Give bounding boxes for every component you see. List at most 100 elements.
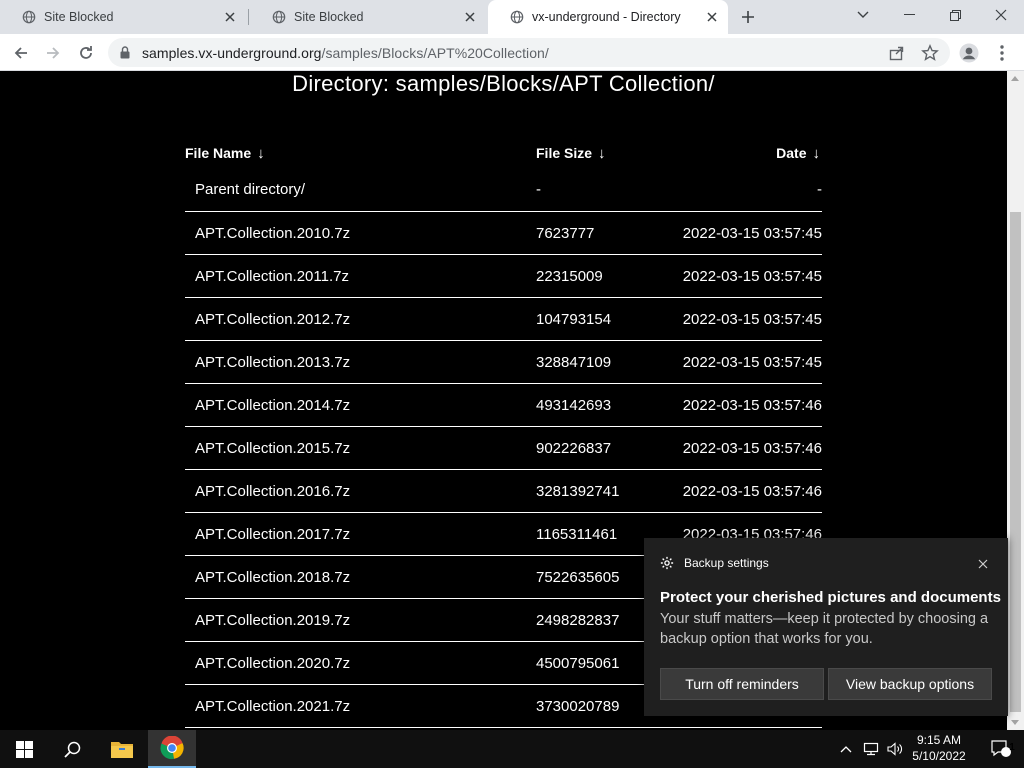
file-link[interactable]: APT.Collection.2010.7z	[195, 225, 350, 242]
reload-button[interactable]	[73, 40, 99, 66]
scroll-down-icon[interactable]	[1011, 720, 1019, 725]
column-label: Date	[776, 145, 807, 161]
speaker-icon	[887, 742, 902, 756]
file-size: 7623777	[536, 225, 595, 242]
network-button[interactable]	[860, 730, 882, 768]
profile-button[interactable]	[956, 40, 982, 66]
show-hidden-icons-button[interactable]	[836, 730, 856, 768]
tab-vx-underground-directory[interactable]: vx-underground - Directory	[488, 0, 728, 34]
file-size: -	[536, 181, 541, 198]
file-date: 2022-03-15 03:57:45	[682, 354, 822, 371]
view-backup-options-button[interactable]: View backup options	[828, 668, 992, 700]
windows-logo-icon	[15, 740, 33, 758]
tab-title: vx-underground - Directory	[532, 10, 681, 24]
page-scrollbar[interactable]	[1007, 71, 1024, 730]
file-date: 2022-03-15 03:57:46	[682, 483, 822, 500]
restore-button[interactable]	[932, 0, 978, 30]
column-header-file-size[interactable]: File Size ↓	[536, 145, 606, 162]
volume-button[interactable]	[884, 730, 906, 768]
close-window-button[interactable]	[978, 0, 1024, 30]
table-header: File Name ↓ File Size ↓ Date ↓	[185, 140, 822, 171]
scrollbar-thumb[interactable]	[1010, 212, 1021, 712]
notification-header: Backup settings	[660, 556, 769, 570]
new-tab-button[interactable]	[736, 6, 760, 28]
table-row: APT.Collection.2013.7z 328847109 2022-03…	[185, 341, 822, 384]
table-row-parent-directory: Parent directory/ - -	[185, 171, 822, 212]
clock-time: 9:15 AM	[916, 733, 962, 747]
table-row: APT.Collection.2014.7z 493142693 2022-03…	[185, 384, 822, 427]
folder-icon	[111, 742, 133, 758]
restore-icon	[949, 9, 961, 21]
file-link[interactable]: APT.Collection.2018.7z	[195, 569, 350, 586]
file-size: 1165311461	[536, 526, 618, 543]
file-link[interactable]: APT.Collection.2019.7z	[195, 612, 350, 629]
search-button[interactable]	[48, 730, 96, 768]
tab-site-blocked-2[interactable]: Site Blocked	[250, 0, 486, 34]
file-link[interactable]: APT.Collection.2021.7z	[195, 698, 350, 715]
backup-notification: Backup settings Protect your cherished p…	[644, 538, 1008, 716]
notification-title: Protect your cherished pictures and docu…	[660, 589, 1001, 606]
column-header-file-name[interactable]: File Name ↓	[185, 145, 265, 162]
file-date: -	[817, 181, 822, 198]
scroll-up-icon[interactable]	[1011, 76, 1019, 81]
arrow-left-icon	[14, 47, 27, 59]
tab-title: Site Blocked	[294, 10, 364, 24]
taskbar: 9:15 AM 5/10/2022 1	[0, 730, 1024, 768]
tab-site-blocked-1[interactable]: Site Blocked	[0, 0, 246, 34]
table-row: APT.Collection.2015.7z 902226837 2022-03…	[185, 427, 822, 470]
lock-icon[interactable]	[120, 46, 130, 59]
start-button[interactable]	[0, 730, 48, 768]
notification-app-name: Backup settings	[684, 556, 769, 570]
file-link[interactable]: APT.Collection.2011.7z	[195, 268, 349, 285]
url-text: samples.vx-underground.org/samples/Block…	[142, 45, 549, 61]
file-link[interactable]: APT.Collection.2020.7z	[195, 655, 350, 672]
turn-off-reminders-button[interactable]: Turn off reminders	[660, 668, 824, 700]
system-clock[interactable]: 9:15 AM 5/10/2022	[904, 732, 974, 764]
share-icon[interactable]	[888, 44, 906, 62]
parent-directory-link[interactable]: Parent directory/	[195, 181, 305, 198]
chevron-down-icon	[857, 11, 869, 18]
file-explorer-button[interactable]	[98, 730, 146, 768]
close-icon[interactable]	[462, 9, 478, 25]
forward-button[interactable]	[40, 40, 66, 66]
url-host: samples.vx-underground.org	[142, 45, 322, 61]
tab-separator	[248, 9, 249, 25]
menu-button[interactable]	[989, 40, 1015, 66]
file-size: 22315009	[536, 268, 603, 285]
minimize-button[interactable]	[886, 0, 932, 30]
sort-arrow-icon: ↓	[257, 145, 265, 162]
file-size: 328847109	[536, 354, 612, 371]
star-icon[interactable]	[921, 44, 939, 62]
file-size: 2498282837	[536, 612, 620, 629]
globe-icon	[272, 10, 286, 24]
minimize-icon	[903, 14, 915, 15]
close-icon	[978, 559, 988, 569]
file-size: 3730020789	[536, 698, 620, 715]
chrome-taskbar-button[interactable]	[148, 730, 196, 768]
file-date: 2022-03-15 03:57:45	[682, 225, 822, 242]
close-icon[interactable]	[704, 9, 720, 25]
file-link[interactable]: APT.Collection.2013.7z	[195, 354, 350, 371]
tab-search-button[interactable]	[840, 0, 886, 30]
globe-icon	[22, 10, 36, 24]
address-bar[interactable]: samples.vx-underground.org/samples/Block…	[108, 38, 950, 67]
file-size: 3281392741	[536, 483, 620, 500]
sort-arrow-icon: ↓	[812, 145, 821, 162]
search-icon	[63, 741, 80, 758]
action-center-button[interactable]: 1	[978, 730, 1024, 768]
notification-body: Your stuff matters—keep it protected by …	[660, 611, 989, 647]
notification-close-button[interactable]	[978, 556, 988, 574]
more-vertical-icon	[1000, 45, 1004, 61]
file-link[interactable]: APT.Collection.2016.7z	[195, 483, 350, 500]
file-link[interactable]: APT.Collection.2014.7z	[195, 397, 350, 414]
file-link[interactable]: APT.Collection.2017.7z	[195, 526, 350, 543]
file-date: 2022-03-15 03:57:46	[682, 440, 822, 457]
file-link[interactable]: APT.Collection.2015.7z	[195, 440, 350, 457]
back-button[interactable]	[8, 40, 34, 66]
column-header-date[interactable]: Date ↓	[776, 145, 820, 162]
chevron-up-icon	[840, 746, 852, 753]
close-icon[interactable]	[222, 9, 238, 25]
file-size: 7522635605	[536, 569, 620, 586]
file-size: 104793154	[536, 311, 612, 328]
file-link[interactable]: APT.Collection.2012.7z	[195, 311, 350, 328]
